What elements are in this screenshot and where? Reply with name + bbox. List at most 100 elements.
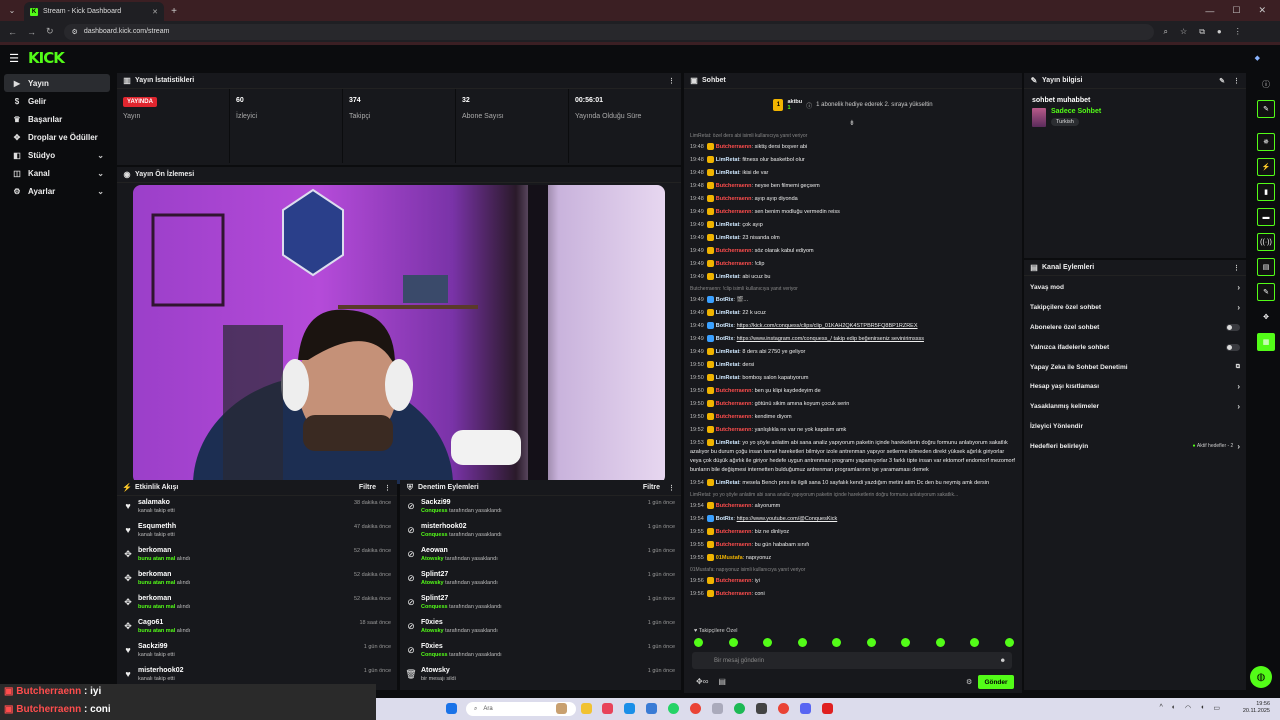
moderation-menu-icon[interactable]: ⋮ <box>668 484 675 492</box>
emote-icon[interactable] <box>832 638 842 647</box>
list-item[interactable]: ♥ Sackzi99 kanalı takip etti 1 gün önce <box>117 640 397 664</box>
channel-action-item[interactable]: Hedefleri belirleyin ● Aktif hedefler - 2… <box>1024 436 1246 456</box>
minimize-icon[interactable]: — <box>1205 6 1214 16</box>
more-icon[interactable]: ⋮ <box>1234 27 1242 37</box>
taskbar-app-icon[interactable] <box>556 703 567 714</box>
list-item[interactable]: ✥ berkoman bunu atan mal alındı 52 dakika ö… <box>117 592 397 616</box>
actions-menu-icon[interactable]: ⋮ <box>1233 264 1240 272</box>
help-chat-button[interactable]: ◍ <box>1250 666 1272 688</box>
row-user[interactable]: F0xies <box>421 643 643 650</box>
taskbar-clock[interactable]: 19:56 20.11.2025 <box>1243 701 1270 715</box>
row-user[interactable]: berkoman <box>138 547 349 554</box>
tray-app-icon[interactable]: ◐ <box>1172 704 1176 712</box>
list-item[interactable]: ✥ berkoman bunu atan mal alındı 52 dakika ö… <box>117 544 397 568</box>
list-item[interactable]: ⊘ Aeowan Atowsky tarafından yasaklandı 1 gü… <box>400 544 681 568</box>
channel-action-item[interactable]: Yalnızca ifadelerle sohbet <box>1024 337 1246 357</box>
list-item[interactable]: ♥ salamako kanalı takip etti 38 dakika önce <box>117 496 397 520</box>
message-user[interactable]: BotRix <box>716 336 734 342</box>
wifi-icon[interactable]: ◠ <box>1185 704 1191 712</box>
forward-icon[interactable]: → <box>27 27 36 37</box>
message-user[interactable]: Butcherraenn <box>716 388 752 394</box>
list-item[interactable]: 🗑 Atowsky bir mesajı sildi 1 gün önce <box>400 664 681 688</box>
chrome-icon[interactable] <box>690 703 701 714</box>
emote-icon[interactable] <box>1004 638 1014 647</box>
sidebar-item[interactable]: ◧ Stüdyo ⌄ <box>4 146 110 164</box>
send-button[interactable]: Gönder <box>978 675 1014 689</box>
message-user[interactable]: Butcherraenn <box>716 503 752 509</box>
chat-input[interactable]: Bir mesaj gönderin ☻ <box>692 652 1012 669</box>
start-button[interactable] <box>446 703 457 714</box>
message-user[interactable]: Butcherraenn <box>716 542 752 548</box>
row-user[interactable]: Sackzi99 <box>138 643 359 650</box>
row-user[interactable]: Aeowan <box>421 547 643 554</box>
sidebar-item[interactable]: ⚙ Ayarlar ⌄ <box>4 182 110 200</box>
rail-edit-button[interactable]: ✎ <box>1257 100 1275 118</box>
message-user[interactable]: BotRix <box>716 297 734 303</box>
row-user[interactable]: Esqumethh <box>138 523 349 530</box>
row-user[interactable]: berkoman <box>138 571 349 578</box>
row-user[interactable]: Splint27 <box>421 595 643 602</box>
rail-panel-button[interactable]: ▤ <box>1257 258 1275 276</box>
edge-icon[interactable] <box>624 703 635 714</box>
row-user[interactable]: salamako <box>138 499 349 506</box>
emote-icon[interactable] <box>970 638 980 647</box>
message-user[interactable]: Butcherraenn <box>716 248 752 254</box>
row-user[interactable]: Atowsky <box>421 667 643 674</box>
emote-icon[interactable] <box>728 638 738 647</box>
stats-menu-icon[interactable]: ⋮ <box>668 77 675 85</box>
sidebar-item[interactable]: ◫ Kanal ⌄ <box>4 164 110 182</box>
message-user[interactable]: Butcherraenn <box>716 529 752 535</box>
new-tab-button[interactable]: + <box>164 2 184 21</box>
list-item[interactable]: ⊘ Splint27 Conquess tarafından yasaklandı 1… <box>400 592 681 616</box>
message-text[interactable]: https://www.youtube.com/@ConquesKick <box>737 516 838 522</box>
rail-raid-button[interactable]: ✵ <box>1257 133 1275 151</box>
profile-icon[interactable]: ● <box>1217 27 1222 37</box>
message-user[interactable]: Butcherraenn <box>716 196 752 202</box>
chat-gift-icon[interactable]: ▤ <box>718 677 726 686</box>
close-window-icon[interactable]: ✕ <box>1258 5 1266 16</box>
list-item[interactable]: ⊘ F0xies Conquess tarafından yasaklandı 1 g… <box>400 640 681 664</box>
message-user[interactable]: LimRetat <box>716 222 740 228</box>
extensions-icon[interactable]: ⧉ <box>1199 27 1205 37</box>
row-user[interactable]: Cago61 <box>138 619 355 626</box>
message-user[interactable]: LimRetat <box>716 349 740 355</box>
message-user[interactable]: LimRetat <box>716 362 740 368</box>
discord-icon[interactable] <box>800 703 811 714</box>
row-user[interactable]: berkoman <box>138 595 349 602</box>
stream-video[interactable] <box>133 185 665 484</box>
message-user[interactable]: Butcherraenn <box>716 427 752 433</box>
edit-icon[interactable]: ✎ <box>1219 77 1225 85</box>
rail-gift-icon[interactable]: ✥ <box>1257 308 1275 326</box>
channel-action-item[interactable]: Yasaklanmış kelimeler › <box>1024 397 1246 417</box>
emoji-icon[interactable]: ☻ <box>1000 658 1006 664</box>
site-info-icon[interactable]: ⚙ <box>72 28 78 36</box>
rail-clip-button[interactable]: ▮ <box>1257 183 1275 201</box>
message-user[interactable]: Butcherraenn <box>716 144 752 150</box>
info-menu-icon[interactable]: ⋮ <box>1233 77 1240 85</box>
message-user[interactable]: Butcherraenn <box>716 401 752 407</box>
list-item[interactable]: ✥ Cago61 bunu atan mal alındı 18 saat önce <box>117 616 397 640</box>
channel-action-item[interactable]: Yavaş mod › <box>1024 278 1246 298</box>
chat-settings-icon[interactable]: ⚙ <box>966 678 972 686</box>
browser-tab[interactable]: K Stream - Kick Dashboard ✕ <box>24 2 164 21</box>
battery-icon[interactable]: ▭ <box>1213 704 1220 712</box>
list-item[interactable]: ✥ berkoman bunu atan mal alındı 52 dakika ö… <box>117 568 397 592</box>
message-user[interactable]: LimRetat <box>716 440 740 446</box>
kick-logo[interactable]: KICK <box>28 49 65 67</box>
close-tab-icon[interactable]: ✕ <box>152 8 158 16</box>
row-user[interactable]: misterhook02 <box>138 667 359 674</box>
message-user[interactable]: BotRix <box>716 323 734 329</box>
row-user[interactable]: F0xies <box>421 619 643 626</box>
message-user[interactable]: Butcherraenn <box>716 183 752 189</box>
channel-action-item[interactable]: Hesap yaşı kısıtlaması › <box>1024 377 1246 397</box>
emote-icon[interactable] <box>694 638 703 647</box>
taskbar-app-icon[interactable] <box>756 703 767 714</box>
rail-broadcast-button[interactable]: ((·)) <box>1257 233 1275 251</box>
channel-action-item[interactable]: Yapay Zeka ile Sohbet Denetimi ⧉ <box>1024 357 1246 377</box>
hamburger-menu-icon[interactable]: ☰ <box>0 52 28 65</box>
list-item[interactable]: ⊘ Sackzi99 Conquess tarafından yasaklandı 1… <box>400 496 681 520</box>
back-icon[interactable]: ← <box>8 27 17 37</box>
message-user[interactable]: Butcherraenn <box>716 414 752 420</box>
list-item[interactable]: ⊘ F0xies Atowsky tarafından yasaklandı 1 gü… <box>400 616 681 640</box>
notification-icon[interactable]: ◆ <box>1255 54 1260 62</box>
